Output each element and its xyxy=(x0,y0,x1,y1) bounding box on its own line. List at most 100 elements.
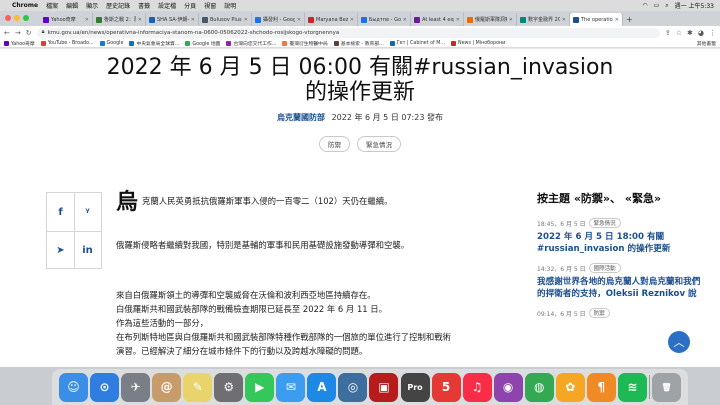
close-tab-icon[interactable]: ✕ xyxy=(562,17,566,23)
spotify-icon[interactable]: ≋ xyxy=(617,372,647,402)
bookmark-item[interactable]: 基本檢索 - 教育部... xyxy=(333,40,384,47)
close-tab-icon[interactable]: ✕ xyxy=(403,17,407,23)
profile-icon[interactable]: ◕ xyxy=(698,29,704,37)
wifi-icon[interactable]: ◠ xyxy=(642,2,647,9)
menu-clock[interactable]: 週一 上午5:33 xyxy=(675,1,714,10)
scroll-to-top-button[interactable]: ︿ xyxy=(668,331,690,353)
notes-icon[interactable]: ✎ xyxy=(183,372,213,402)
tab-title: Maryana Bezuli xyxy=(316,16,348,23)
tag-defense[interactable]: 防禦 xyxy=(319,136,350,152)
calendar-icon[interactable]: 5 xyxy=(431,372,461,402)
bookmark-item[interactable]: 台灣向您交代工作... xyxy=(226,40,276,47)
bookmark-item[interactable]: News | Міноборони xyxy=(450,40,505,46)
related-item-link[interactable]: 我感謝世界各地的烏克蘭人對烏克蘭和我們的捍衛者的支持，Oleksii Rezni… xyxy=(537,276,705,300)
trash-icon[interactable]: 🗑 xyxy=(651,372,681,402)
back-icon[interactable]: ← xyxy=(4,29,10,37)
close-tab-icon[interactable]: ✕ xyxy=(85,17,89,23)
menu-window[interactable]: 視窗 xyxy=(204,1,216,10)
address-bar[interactable]: 🔒︎ kmu.gov.ua/en/news/operativna-informa… xyxy=(36,27,660,38)
bookmark-item[interactable]: 臺灣衍生物醫中局 xyxy=(282,40,328,47)
related-item-tag[interactable]: 國際活動 xyxy=(588,263,621,273)
close-tab-icon[interactable]: ✕ xyxy=(191,17,195,23)
browser-tab[interactable]: 攝發利 - Google✕ xyxy=(252,13,305,26)
menu-edit[interactable]: 編輯 xyxy=(66,1,78,10)
earth-icon[interactable]: ◎ xyxy=(338,372,368,402)
browser-tab[interactable]: Bulusov Plus ✕ xyxy=(199,13,252,26)
menu-file[interactable]: 檔案 xyxy=(46,1,58,10)
bookmark-label: 台灣向您交代工作... xyxy=(233,41,277,47)
bookmark-item[interactable]: YouTube - Broado... xyxy=(40,40,94,46)
tag-emergency[interactable]: 緊急情況 xyxy=(357,136,401,152)
close-tab-icon[interactable]: ✕ xyxy=(456,17,460,23)
browser-tab[interactable]: Быдтпе - Goog✕ xyxy=(358,13,411,26)
photo-booth-icon[interactable]: ▣ xyxy=(369,372,399,402)
share-icon[interactable]: ⇪ xyxy=(665,29,671,37)
new-tab-icon[interactable]: + xyxy=(626,15,633,24)
finder-icon[interactable]: ☺ xyxy=(59,372,89,402)
bookmark-item[interactable]: Yahoo奇摩 xyxy=(4,40,35,47)
photos-icon[interactable]: ✿ xyxy=(555,372,585,402)
dock: ☺ ⊙ ✈ @ ✎ ⚙ ▶ ✉ A ◎ ▣ Pro 5 ♫ ◉ ◍ ✿ ¶ ≋ 🗑 xyxy=(52,369,688,405)
browser-tab[interactable]: 數字金融界 20 ✕ xyxy=(517,13,570,26)
app-store-icon[interactable]: A xyxy=(307,372,337,402)
bookmark-item[interactable]: Google 地圖 xyxy=(185,40,220,47)
menu-help[interactable]: 說明 xyxy=(224,1,236,10)
browser-tab[interactable]: SHA SA-伊朗-扎✕ xyxy=(146,13,199,26)
zoom-window-icon[interactable] xyxy=(23,15,29,21)
related-item-tag[interactable]: 防禦 xyxy=(588,308,610,318)
star-icon[interactable]: ☆ xyxy=(676,29,682,37)
pro-app-icon[interactable]: Pro xyxy=(400,372,430,402)
toolbar-actions: ⇪ ☆ ✱ ◕ ⋮ xyxy=(665,29,716,37)
extensions-icon[interactable]: ✱ xyxy=(687,29,693,37)
browser-tab[interactable]: At least 4 expl✕ xyxy=(411,13,464,26)
forward-icon[interactable]: → xyxy=(15,29,21,37)
browser-tab[interactable]: 俄羅斯軍隊洞察 ✕ xyxy=(464,13,517,26)
music-icon[interactable]: ♫ xyxy=(462,372,492,402)
paragraph-1: 烏 克蘭人民英勇抵抗俄羅斯軍事入侵的一百零二（102）天仍在繼續。 xyxy=(116,191,516,215)
close-tab-icon[interactable]: ✕ xyxy=(615,17,619,23)
linkedin-icon[interactable]: in xyxy=(74,231,101,269)
close-tab-icon[interactable]: ✕ xyxy=(509,17,513,23)
close-tab-icon[interactable]: ✕ xyxy=(350,17,354,23)
launchpad-icon[interactable]: ✈ xyxy=(121,372,151,402)
browser-tab[interactable]: 魯斯之戰 2：烈大✕ xyxy=(93,13,146,26)
menu-tabs[interactable]: 分頁 xyxy=(184,1,196,10)
bookmark-item[interactable]: 中央氣象局全球資... xyxy=(129,40,179,47)
related-item-tag[interactable]: 緊急情況 xyxy=(588,218,621,228)
menu-view[interactable]: 顯示 xyxy=(86,1,98,10)
browser-tab[interactable]: Yahoo奇摩 ✕ xyxy=(40,13,93,26)
facetime-icon[interactable]: ▶ xyxy=(245,372,275,402)
battery-icon[interactable]: ▭ xyxy=(654,2,660,9)
tab-title: 魯斯之戰 2：烈大 xyxy=(104,17,136,23)
close-tab-icon[interactable]: ✕ xyxy=(297,17,301,23)
twitter-icon[interactable]: ᵞ xyxy=(74,193,101,231)
podcasts-icon[interactable]: ◉ xyxy=(493,372,523,402)
search-icon[interactable]: ⌕ xyxy=(665,2,668,10)
close-tab-icon[interactable]: ✕ xyxy=(244,17,248,23)
chrome-icon[interactable]: ◍ xyxy=(524,372,554,402)
menu-history[interactable]: 歷史記錄 xyxy=(106,1,130,10)
system-preferences-icon[interactable]: ⚙ xyxy=(214,372,244,402)
bookmark-item[interactable]: Гет | Cabinet of M... xyxy=(389,40,445,46)
browser-tab[interactable]: Maryana Bezuli✕ xyxy=(305,13,358,26)
contacts-icon[interactable]: @ xyxy=(152,372,182,402)
telegram-icon[interactable]: ➤ xyxy=(47,231,74,269)
safari-icon[interactable]: ⊙ xyxy=(90,372,120,402)
close-window-icon[interactable] xyxy=(5,15,11,21)
author-link[interactable]: 烏克蘭國防部 xyxy=(277,113,325,122)
close-tab-icon[interactable]: ✕ xyxy=(138,17,142,23)
more-menu-icon[interactable]: ⋮ xyxy=(709,29,716,37)
reload-icon[interactable]: ↻ xyxy=(26,29,32,37)
tab-title: 俄羅斯軍隊洞察 xyxy=(475,17,507,23)
browser-tab[interactable]: The operational✕ xyxy=(570,13,623,26)
bookmark-item[interactable]: Google xyxy=(99,40,123,46)
related-item-link[interactable]: 2022 年 6 月 5 日 18:00 有關 #russian_invasio… xyxy=(537,231,705,255)
menu-app-name[interactable]: Chrome xyxy=(12,2,38,9)
menu-profiles[interactable]: 設定檔 xyxy=(158,1,176,10)
mail-icon[interactable]: ✉ xyxy=(276,372,306,402)
other-bookmarks[interactable]: 其他書籤 xyxy=(697,40,720,47)
facebook-icon[interactable]: f xyxy=(47,193,74,231)
pages-icon[interactable]: ¶ xyxy=(586,372,616,402)
minimize-window-icon[interactable] xyxy=(14,15,20,21)
menu-bookmarks[interactable]: 書籤 xyxy=(138,1,150,10)
